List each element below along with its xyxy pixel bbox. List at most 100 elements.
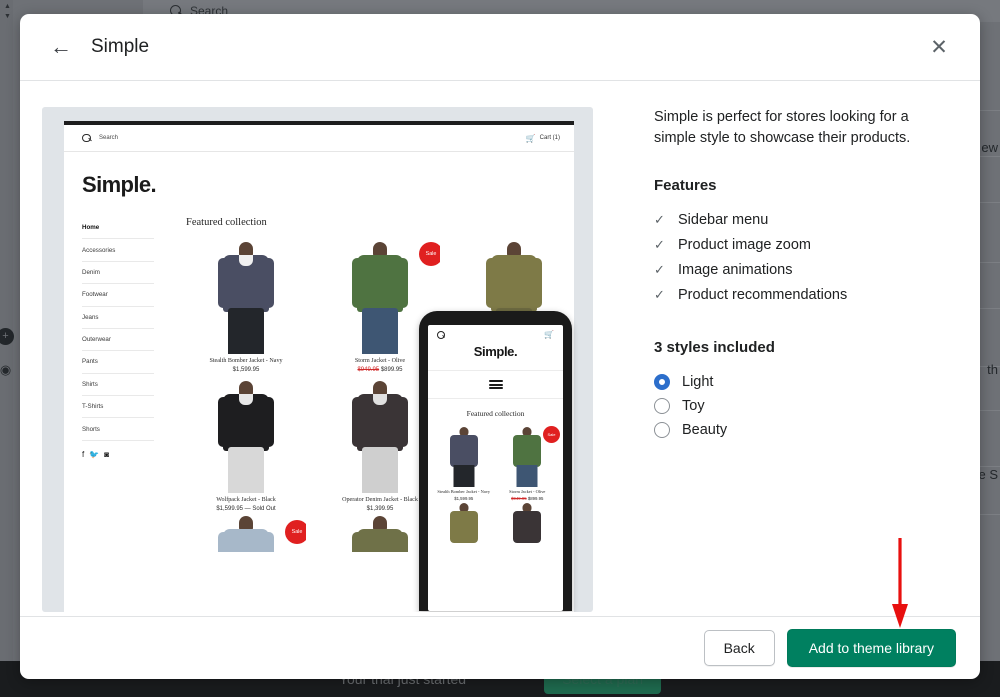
modal-body: Search 🛒 Cart (1) Simple. Home Accessori… <box>20 81 980 616</box>
theme-description: Simple is perfect for stores looking for… <box>654 109 911 147</box>
style-option-toy[interactable]: Toy <box>654 394 948 418</box>
feature-label: Sidebar menu <box>678 212 769 229</box>
mobile-screen: 🛒 Simple. Featured collection Stealth Bo… <box>428 325 563 611</box>
product-card[interactable]: Stealth Bomber Jacket - Navy $1,599.95 <box>435 425 493 501</box>
product-card[interactable]: Stealth Bomber Jacket - Navy $1,599.95 <box>186 238 306 373</box>
cart-icon: 🛒 <box>525 133 536 143</box>
collection-title: Featured collection <box>186 217 267 228</box>
style-label: Beauty <box>682 421 728 438</box>
product-name: Storm Jacket - Olive <box>509 489 546 495</box>
product-image <box>435 502 493 543</box>
product-image <box>186 377 306 494</box>
theme-preview-modal: ← Simple ✕ Search 🛒 Cart (1) Simple. Hom… <box>20 14 980 679</box>
instagram-icon[interactable]: ◙ <box>104 450 109 459</box>
background-text-fragment-2: th <box>987 362 998 377</box>
theme-info-pane: Simple is perfect for stores looking for… <box>593 107 958 616</box>
mobile-preview-frame: 🛒 Simple. Featured collection Stealth Bo… <box>419 311 572 611</box>
style-label: Light <box>682 373 714 390</box>
product-sale-price: $899.95 <box>380 367 403 374</box>
product-card[interactable]: Sale Storm Jacket - Olive $949.95 $899.9… <box>499 425 560 501</box>
product-price: $949.95 $899.95 <box>499 495 557 501</box>
mobile-product-grid: Stealth Bomber Jacket - Navy $1,599.95 S… <box>428 425 563 543</box>
feature-label: Product image zoom <box>678 237 811 254</box>
product-image <box>186 238 306 354</box>
style-label: Toy <box>682 397 705 414</box>
nav-item-pants[interactable]: Pants <box>82 351 154 374</box>
search-icon[interactable] <box>437 330 445 339</box>
storefront-cart[interactable]: 🛒 Cart (1) <box>526 134 560 143</box>
product-image: Sale <box>499 425 560 488</box>
nav-item-home[interactable]: Home <box>82 217 154 240</box>
product-sale-price: $899.95 <box>527 495 544 501</box>
feature-label: Product recommendations <box>678 287 848 304</box>
cart-label: Cart (1) <box>539 135 560 141</box>
page-scrollbar[interactable]: ▲ ▼ <box>0 0 13 697</box>
feature-item: ✓ Product image zoom <box>654 233 948 258</box>
back-button[interactable]: Back <box>703 630 775 666</box>
nav-item-tshirts[interactable]: T-Shirts <box>82 396 154 419</box>
radio-button[interactable] <box>654 397 670 414</box>
background-text-fragment-3: e S <box>978 467 998 482</box>
close-icon[interactable]: ✕ <box>922 30 956 64</box>
nav-item-accessories[interactable]: Accessories <box>82 239 154 262</box>
style-option-light[interactable]: Light <box>654 370 948 394</box>
nav-item-outerwear[interactable]: Outerwear <box>82 329 154 352</box>
feature-item: ✓ Product recommendations <box>654 283 948 308</box>
storefront-logo: Simple. <box>82 172 157 197</box>
radio-button[interactable] <box>654 421 670 438</box>
sale-badge: Sale <box>285 520 306 545</box>
modal-header: ← Simple ✕ <box>20 14 980 81</box>
nav-item-shirts[interactable]: Shirts <box>82 374 154 396</box>
nav-item-footwear[interactable]: Footwear <box>82 284 154 307</box>
product-name: Stealth Bomber Jacket - Navy <box>437 489 491 495</box>
product-old-price: $949.95 <box>511 495 527 501</box>
storefront-sidebar-nav: Home Accessories Denim Footwear Jeans Ou… <box>82 217 164 552</box>
check-icon: ✓ <box>654 287 665 303</box>
mobile-header: 🛒 <box>428 325 563 344</box>
product-image <box>435 425 493 488</box>
product-name: Wolfpack Jacket - Black <box>216 497 276 504</box>
storefront-search-label: Search <box>99 135 119 141</box>
scroll-up-icon[interactable]: ▲ <box>4 3 11 10</box>
product-price: $1,599.95 — Sold Out <box>216 506 276 513</box>
feature-label: Image animations <box>678 262 793 279</box>
mobile-collection-title: Featured collection <box>466 409 525 419</box>
product-price: $1,599.95 <box>454 495 474 501</box>
product-card[interactable]: Sale <box>186 516 306 553</box>
scroll-down-icon[interactable]: ▼ <box>4 13 11 20</box>
check-icon: ✓ <box>654 262 665 278</box>
nav-item-denim[interactable]: Denim <box>82 262 154 285</box>
hamburger-menu-icon[interactable] <box>428 371 563 400</box>
product-image <box>499 502 557 543</box>
product-card[interactable]: Wolfpack Jacket - Black $1,599.95 — Sold… <box>186 377 306 512</box>
add-to-theme-library-button[interactable]: Add to theme library <box>786 629 956 667</box>
check-icon: ✓ <box>654 237 665 253</box>
styles-heading: 3 styles included <box>654 338 775 356</box>
check-icon: ✓ <box>654 212 665 228</box>
features-list: ✓ Sidebar menu ✓ Product image zoom ✓ Im… <box>654 208 948 308</box>
radio-button-selected[interactable] <box>654 373 670 390</box>
product-card[interactable] <box>499 502 557 543</box>
sale-badge: Sale <box>543 426 560 444</box>
style-option-beauty[interactable]: Beauty <box>654 418 948 442</box>
features-heading: Features <box>654 176 717 194</box>
product-price: $1,599.95 <box>232 367 260 374</box>
facebook-icon[interactable]: f <box>82 450 84 459</box>
background-text-fragment-1: ew <box>981 140 998 155</box>
page-title: Simple <box>91 36 150 57</box>
storefront-search-bar[interactable]: Search 🛒 Cart (1) <box>64 125 574 152</box>
nav-item-shorts[interactable]: Shorts <box>82 418 154 441</box>
search-icon <box>82 133 91 143</box>
product-image: Sale <box>186 516 306 553</box>
nav-item-jeans[interactable]: Jeans <box>82 307 154 329</box>
theme-preview-pane: Search 🛒 Cart (1) Simple. Home Accessori… <box>42 107 593 612</box>
cart-icon[interactable]: 🛒 <box>544 330 554 339</box>
style-radio-group: Light Toy Beauty <box>654 370 948 442</box>
product-card[interactable] <box>435 502 493 543</box>
product-old-price: $949.95 <box>357 367 380 374</box>
storefront-social-links: f 🐦 ◙ <box>82 441 154 459</box>
twitter-icon[interactable]: 🐦 <box>89 450 99 459</box>
feature-item: ✓ Sidebar menu <box>654 208 948 233</box>
back-arrow-icon[interactable]: ← <box>44 30 78 64</box>
product-name: Stealth Bomber Jacket - Navy <box>209 358 283 364</box>
